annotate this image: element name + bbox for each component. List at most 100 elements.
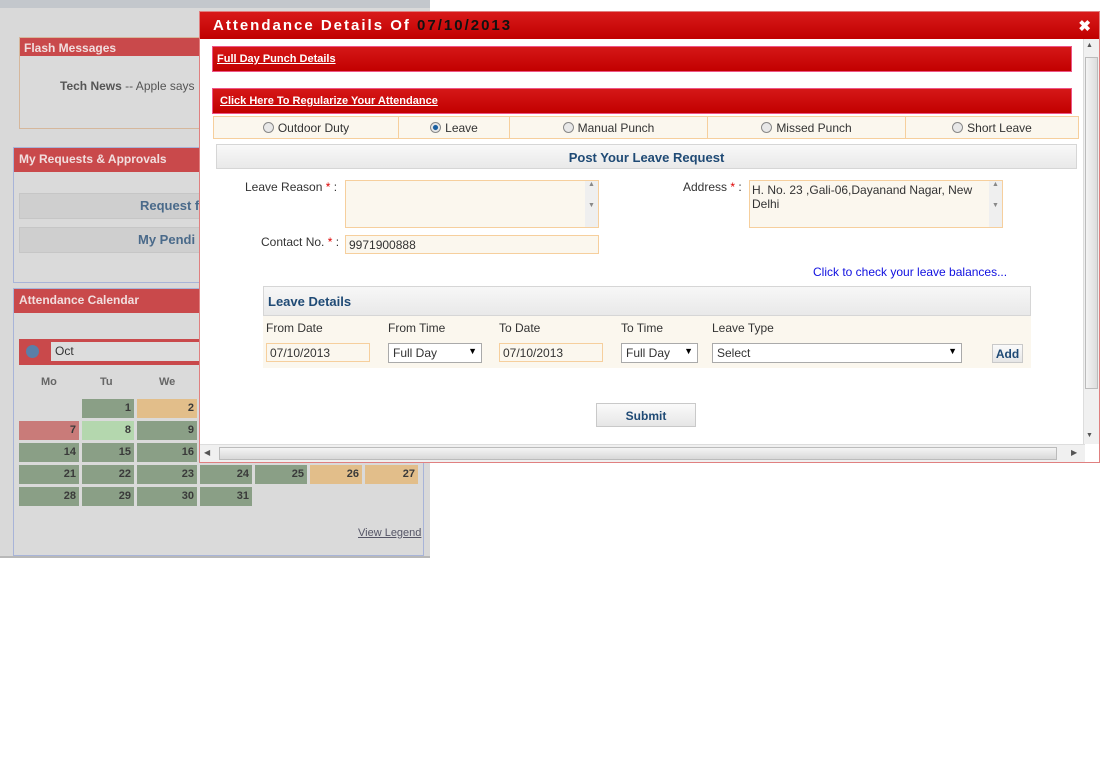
option-label: Outdoor Duty	[277, 121, 350, 135]
title-date: 07/10/2013	[417, 17, 513, 34]
header-from-time: From Time	[388, 321, 446, 335]
option-outdoor-duty[interactable]: Outdoor Duty	[214, 117, 399, 138]
scroll-down-icon[interactable]: ▼	[1086, 432, 1093, 439]
scroll-up-icon[interactable]: ▲	[1086, 42, 1093, 49]
to-date-input[interactable]: 07/10/2013	[499, 343, 603, 362]
calendar-day[interactable]: 28	[19, 487, 79, 506]
calendar-day[interactable]: 9	[137, 421, 197, 440]
contact-label: Contact No. * :	[261, 235, 339, 249]
header-to-date: To Date	[499, 321, 541, 335]
view-legend-link[interactable]: View Legend	[358, 527, 421, 539]
address-label: Address * :	[683, 180, 742, 194]
calendar-day[interactable]: 21	[19, 465, 79, 484]
prev-month-icon[interactable]	[26, 345, 39, 358]
option-missed-punch[interactable]: Missed Punch	[708, 117, 906, 138]
label-text: Contact No.	[261, 235, 325, 249]
select-value: Full Day	[393, 346, 438, 360]
calendar-day[interactable]: 23	[137, 465, 197, 484]
header-from-date: From Date	[266, 321, 323, 335]
radio-checked-icon[interactable]	[430, 122, 442, 133]
label-text: Leave Reason	[245, 180, 323, 194]
month-nav: Oct	[19, 339, 211, 365]
option-leave[interactable]: Leave	[399, 117, 510, 138]
leave-balance-link[interactable]: Click to check your leave balances...	[813, 265, 1007, 279]
calendar-day[interactable]: 29	[82, 487, 134, 506]
colon: :	[332, 235, 340, 249]
calendar-day[interactable]: 15	[82, 443, 134, 462]
dropdown-arrow-icon: ▼	[684, 346, 693, 356]
leave-reason-textarea[interactable]: ▲ ▼	[345, 180, 599, 228]
calendar-day[interactable]: 24	[200, 465, 252, 484]
pending-link[interactable]: My Pendi	[19, 227, 214, 253]
option-label: Leave	[445, 121, 478, 135]
full-day-punch-link[interactable]: Full Day Punch Details	[212, 46, 1072, 72]
calendar-day[interactable]: 1	[82, 399, 134, 418]
dropdown-arrow-icon: ▼	[948, 346, 957, 356]
title-text: Attendance Details Of	[213, 17, 418, 34]
request-type-options: Outdoor Duty Leave Manual Punch Missed P…	[213, 116, 1079, 139]
calendar-day[interactable]: 31	[200, 487, 252, 506]
modal-title: Attendance Details Of 07/10/2013	[200, 12, 1099, 39]
leave-details-title: Leave Details	[263, 286, 1031, 316]
option-manual-punch[interactable]: Manual Punch	[510, 117, 708, 138]
colon: :	[735, 180, 742, 194]
leave-type-select[interactable]: Select ▼	[712, 343, 962, 363]
colon: :	[330, 180, 338, 194]
attendance-details-modal: Attendance Details Of 07/10/2013 ✖ Full …	[199, 11, 1100, 463]
flash-messages-panel: Flash Messages Tech News -- Apple says	[19, 37, 209, 129]
calendar-day[interactable]: 14	[19, 443, 79, 462]
calendar-day[interactable]: 27	[365, 465, 418, 484]
close-icon[interactable]: ✖	[1078, 17, 1091, 35]
select-value: Select	[717, 346, 751, 360]
day-of-week-tu: Tu	[100, 376, 113, 388]
leave-details-section: Leave Details From Date From Time To Dat…	[263, 286, 1031, 368]
header-to-time: To Time	[621, 321, 664, 335]
scroll-thumb[interactable]	[1085, 57, 1098, 389]
textarea-scrollbar[interactable]: ▲ ▼	[585, 181, 598, 227]
leave-reason-label: Leave Reason * :	[245, 180, 337, 194]
submit-button[interactable]: Submit	[596, 403, 696, 427]
news-text: -- Apple says	[121, 79, 195, 93]
calendar-day[interactable]: 30	[137, 487, 197, 506]
add-button[interactable]: Add	[992, 344, 1023, 363]
option-label: Short Leave	[967, 121, 1032, 135]
vertical-scrollbar[interactable]: ▲ ▼	[1083, 39, 1099, 444]
top-bar	[0, 0, 430, 8]
contact-input[interactable]: 9971900888	[345, 235, 599, 254]
scroll-left-icon[interactable]: ◀	[204, 448, 210, 457]
to-time-select[interactable]: Full Day ▼	[621, 343, 698, 363]
radio-icon[interactable]	[761, 122, 773, 133]
day-of-week-we: We	[159, 376, 176, 388]
regularize-link[interactable]: Click Here To Regularize Your Attendance	[212, 88, 1072, 114]
radio-icon[interactable]	[562, 122, 574, 133]
panel-title: My Requests & Approvals	[14, 148, 212, 172]
calendar-day[interactable]: 26	[310, 465, 362, 484]
scroll-right-icon[interactable]: ▶	[1071, 448, 1077, 457]
address-textarea[interactable]: H. No. 23 ,Gali-06,Dayanand Nagar, New D…	[749, 180, 1003, 228]
from-time-select[interactable]: Full Day ▼	[388, 343, 482, 363]
horizontal-scrollbar[interactable]: ◀ ▶	[200, 444, 1085, 462]
scroll-thumb[interactable]	[219, 447, 1057, 460]
section-title: Post Your Leave Request	[216, 144, 1077, 169]
panel-title: Flash Messages	[20, 38, 208, 56]
from-date-input[interactable]: 07/10/2013	[266, 343, 370, 362]
option-label: Manual Punch	[577, 121, 655, 135]
calendar-day[interactable]: 8	[82, 421, 134, 440]
flash-news: Tech News -- Apple says	[60, 79, 195, 93]
calendar-day[interactable]: 7	[19, 421, 79, 440]
calendar-day[interactable]: 2	[137, 399, 197, 418]
header-leave-type: Leave Type	[712, 321, 774, 335]
calendar-day[interactable]: 25	[255, 465, 307, 484]
requests-panel: My Requests & Approvals Request f My Pen…	[13, 147, 214, 283]
option-label: Missed Punch	[776, 121, 852, 135]
radio-icon[interactable]	[952, 122, 964, 133]
radio-icon[interactable]	[262, 122, 274, 133]
calendar-day[interactable]: 22	[82, 465, 134, 484]
month-select[interactable]: Oct	[51, 342, 211, 361]
textarea-scrollbar[interactable]: ▲ ▼	[989, 181, 1002, 227]
calendar-day[interactable]: 16	[137, 443, 197, 462]
request-link[interactable]: Request f	[19, 193, 214, 219]
label-text: Address	[683, 180, 728, 194]
select-value: Full Day	[626, 346, 671, 360]
option-short-leave[interactable]: Short Leave	[906, 117, 1078, 138]
